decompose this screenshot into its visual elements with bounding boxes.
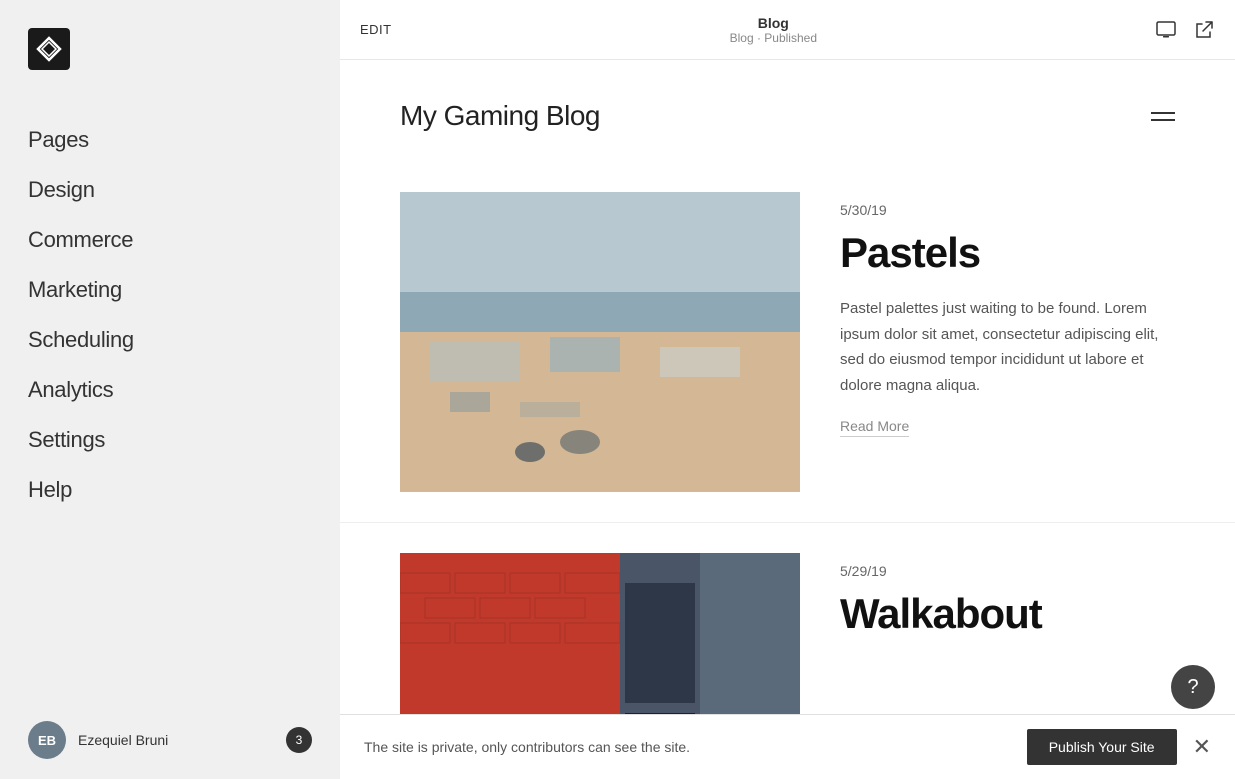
topbar-center: Blog Blog · Published — [730, 15, 817, 45]
edit-button[interactable]: EDIT — [360, 22, 392, 37]
device-preview-icon[interactable] — [1155, 19, 1177, 41]
external-link-icon[interactable] — [1193, 19, 1215, 41]
logo-area — [0, 0, 340, 115]
bottom-banner: The site is private, only contributors c… — [340, 714, 1235, 779]
sidebar-footer: EB Ezequiel Bruni 3 — [0, 701, 340, 779]
hamburger-line-1 — [1151, 112, 1175, 114]
close-banner-button[interactable]: ✕ — [1193, 736, 1211, 758]
sidebar-navigation: Pages Design Commerce Marketing Scheduli… — [0, 115, 340, 701]
user-info[interactable]: EB Ezequiel Bruni — [28, 721, 168, 759]
blog-title: My Gaming Blog — [400, 100, 600, 132]
help-button[interactable]: ? — [1171, 665, 1215, 709]
main-content: EDIT Blog Blog · Published — [340, 0, 1235, 779]
read-more-link-1[interactable]: Read More — [840, 418, 909, 437]
notification-badge[interactable]: 3 — [286, 727, 312, 753]
avatar: EB — [28, 721, 66, 759]
post-content-1: 5/30/19 Pastels Pastel palettes just wai… — [840, 192, 1175, 436]
topbar-actions — [1155, 19, 1215, 41]
sidebar-item-settings[interactable]: Settings — [28, 415, 312, 465]
preview-pane[interactable]: My Gaming Blog — [340, 60, 1235, 714]
page-subtitle: Blog · Published — [730, 31, 817, 45]
sidebar-item-scheduling[interactable]: Scheduling — [28, 315, 312, 365]
hamburger-line-2 — [1151, 119, 1175, 121]
page-title: Blog — [730, 15, 817, 31]
post-heading-2: Walkabout — [840, 591, 1175, 637]
post-image-walkabout — [400, 553, 800, 714]
banner-actions: Publish Your Site ✕ — [1027, 729, 1211, 765]
blog-header: My Gaming Blog — [340, 60, 1235, 162]
sidebar-item-marketing[interactable]: Marketing — [28, 265, 312, 315]
blog-preview: My Gaming Blog — [340, 60, 1235, 714]
post-heading-1: Pastels — [840, 230, 1175, 276]
sidebar-item-design[interactable]: Design — [28, 165, 312, 215]
squarespace-logo-icon — [28, 28, 70, 70]
post-content-2: 5/29/19 Walkabout — [840, 553, 1175, 657]
blog-post-2: 5/29/19 Walkabout — [340, 523, 1235, 714]
blog-post-1: 5/30/19 Pastels Pastel palettes just wai… — [340, 162, 1235, 523]
hamburger-menu-icon[interactable] — [1151, 112, 1175, 121]
sidebar-item-commerce[interactable]: Commerce — [28, 215, 312, 265]
topbar: EDIT Blog Blog · Published — [340, 0, 1235, 60]
sidebar-item-pages[interactable]: Pages — [28, 115, 312, 165]
sidebar: Pages Design Commerce Marketing Scheduli… — [0, 0, 340, 779]
post-date-2: 5/29/19 — [840, 563, 1175, 579]
post-image-pastels — [400, 192, 800, 492]
sidebar-item-help[interactable]: Help — [28, 465, 312, 515]
user-name: Ezequiel Bruni — [78, 732, 168, 748]
publish-button[interactable]: Publish Your Site — [1027, 729, 1177, 765]
post-excerpt-1: Pastel palettes just waiting to be found… — [840, 296, 1175, 398]
sidebar-item-analytics[interactable]: Analytics — [28, 365, 312, 415]
banner-text: The site is private, only contributors c… — [364, 739, 690, 755]
post-date-1: 5/30/19 — [840, 202, 1175, 218]
